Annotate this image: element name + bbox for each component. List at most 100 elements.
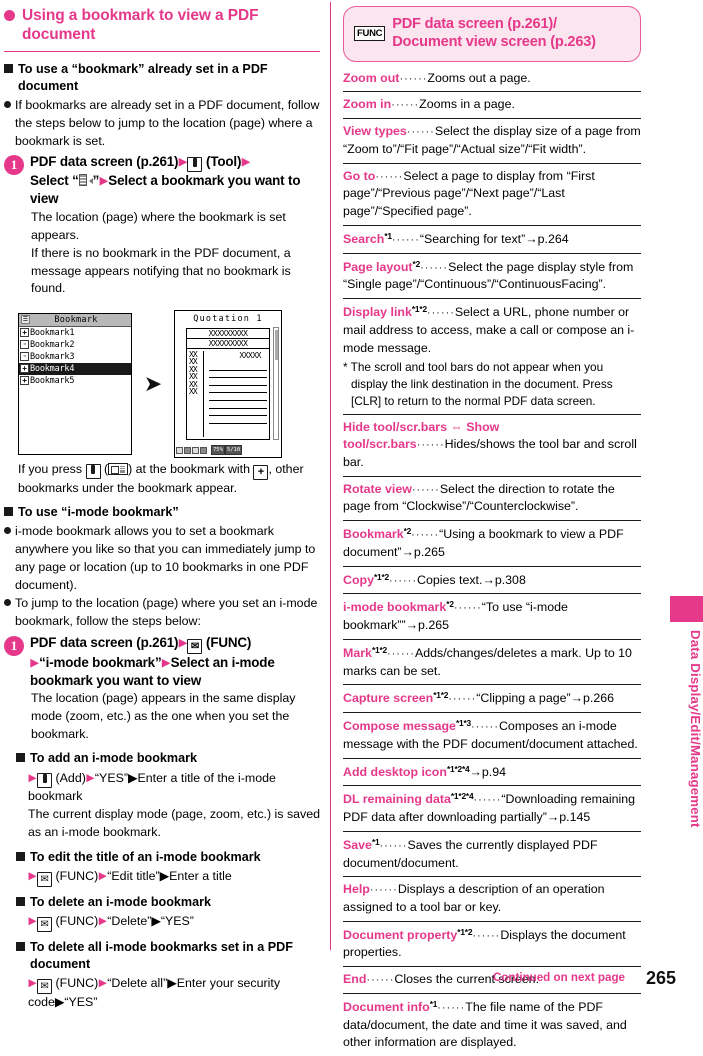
square-bullet-icon: [16, 896, 25, 906]
step-1-imode: 1 PDF data screen (p.261)▶ (FUNC) ▶“i-mo…: [4, 634, 320, 743]
dot-leader: ······: [471, 721, 499, 734]
function-item: Mark*1*2······Adds/changes/deletes a mar…: [343, 638, 641, 684]
square-bullet-icon: [4, 64, 13, 74]
step-desc-1: The location (page) where the bookmark i…: [31, 209, 286, 242]
mock-caption: If you press () at the bookmark with +, …: [4, 461, 320, 498]
operation-block-delete: To delete an i-mode bookmark ▶ (FUNC)▶“D…: [16, 894, 320, 933]
function-item: Search*1······“Searching for text”→p.264: [343, 224, 641, 253]
operation-key-label: (FUNC): [55, 914, 99, 929]
right-column: FUNC PDF data screen (p.261)/ Document v…: [331, 0, 671, 1049]
left-column: Using a bookmark to view a PDF document …: [0, 0, 330, 1009]
round-bullet-icon: [4, 101, 11, 109]
function-footnote-marker: *1: [384, 230, 392, 241]
operation-heading: To add an i-mode bookmark: [16, 750, 320, 766]
page-number: 265: [645, 968, 676, 988]
step-desc-1: The location (page) appears in the same …: [31, 691, 296, 741]
step-title-part2: Select “: [30, 173, 79, 189]
function-item: DL remaining data*1*2*4······“Downloadin…: [343, 785, 641, 830]
operation-steps: ▶ (FUNC)▶“Edit title”▶Enter a title: [28, 868, 320, 887]
expand-plus-icon[interactable]: +: [20, 328, 29, 338]
function-desc: →p.94: [469, 764, 507, 779]
dot-leader: ······: [411, 483, 440, 496]
bullet-text: To jump to the location (page) where you…: [15, 596, 318, 628]
page-footer: Continued on next page 265: [0, 960, 703, 990]
list-item-label: Bookmark5: [30, 375, 75, 386]
arrow-icon: ▶: [28, 869, 37, 882]
operation-steps: ▶ (FUNC)▶“Delete”▶“YES”: [28, 913, 320, 933]
operation-heading-text: To add an i-mode bookmark: [30, 751, 198, 766]
function-name: View types: [343, 124, 407, 139]
operation-steps-text: “Edit title”▶Enter a title: [107, 868, 232, 883]
flow-arrow-icon: ➤: [143, 370, 163, 396]
function-name: Document property: [343, 927, 458, 942]
operation-heading: To delete an i-mode bookmark: [16, 894, 320, 910]
function-footnote-marker: *2: [412, 258, 421, 269]
step-1-bookmark: 1 PDF data screen (p.261)▶ (Tool)▶ Selec…: [4, 153, 320, 298]
section-rule: [4, 50, 320, 53]
toolbar-icon-4[interactable]: [200, 446, 207, 454]
function-footnote-marker: *1*2: [457, 926, 473, 937]
function-item: i-mode bookmark*2······“To use “i-mode b…: [343, 593, 641, 638]
function-name: Display link: [343, 305, 412, 320]
dot-leader: ······: [391, 233, 420, 246]
list-item[interactable]: ▫ Bookmark3: [19, 351, 131, 363]
toolbar-icon-3[interactable]: [192, 446, 199, 454]
chapter-side-tab: Data Display/Edit/Management: [670, 596, 703, 920]
bookmark-screen-titlebar: ☰ Bookmark: [19, 313, 131, 327]
list-item-selected[interactable]: + Bookmark4: [19, 362, 131, 375]
arrow-icon: ▶: [30, 656, 39, 669]
vertical-scrollbar[interactable]: [273, 326, 279, 440]
pdf-x-line: XXXXXXXXX: [187, 329, 269, 339]
subsection-heading-text: To use a “bookmark” already set in a PDF…: [18, 62, 268, 93]
toolbar-icon-1[interactable]: [176, 446, 183, 454]
function-note: * The scroll and tool bars do not appear…: [343, 360, 613, 408]
tool-key-icon: [85, 463, 101, 479]
screen-mockups: ☰ Bookmark + Bookmark1 ▫ Bookmark2 ▫ Boo…: [4, 309, 320, 458]
arrow-icon: ▶: [28, 771, 37, 784]
section-title: Using a bookmark to view a PDF document: [4, 6, 320, 45]
function-item: Add desktop icon*1*2*4→p.94: [343, 757, 641, 786]
step-number: 1: [4, 635, 24, 656]
step-number: 1: [4, 155, 24, 176]
dot-leader: ······: [472, 929, 501, 942]
function-name: Capture screen: [343, 691, 434, 706]
expand-plus-icon[interactable]: +: [20, 376, 29, 386]
pdf-vertical-rule: [203, 350, 205, 437]
page-indicator-field[interactable]: 5/10: [224, 445, 243, 456]
operation-heading-text: To edit the title of an i-mode bookmark: [30, 849, 261, 864]
function-name: Page layout: [343, 259, 413, 274]
zoom-level-field[interactable]: 75%: [211, 445, 225, 456]
pdf-text-lines: [209, 363, 267, 424]
bullet-dot-icon: [4, 10, 15, 21]
arrow-icon: ▶: [98, 869, 107, 882]
pdf-toolbar[interactable]: 75% 5/10: [176, 445, 280, 456]
operation-steps: ▶ (Add)▶“YES”▶Enter a title of the i-mod…: [28, 770, 320, 806]
plus-key-icon: +: [253, 464, 269, 480]
step-title: PDF data screen (p.261)▶ (Tool)▶ Select …: [30, 153, 320, 208]
dot-leader: ······: [453, 602, 482, 615]
arrow-icon: ▶: [98, 915, 107, 928]
function-name: Search: [343, 231, 385, 246]
expand-plus-icon[interactable]: +: [20, 364, 29, 374]
function-name: Compose message: [343, 719, 456, 734]
arrow-icon: ▶: [28, 915, 37, 928]
mail-key-icon: [37, 917, 53, 933]
toolbar-icon-2[interactable]: [184, 446, 191, 454]
dot-leader: ······: [399, 72, 428, 85]
function-desc: “Searching for text”→p.264: [419, 231, 569, 246]
function-name: Rotate view: [343, 481, 412, 496]
dot-leader: ······: [473, 794, 502, 807]
function-name: DL remaining data: [343, 792, 451, 807]
function-item: Document info*1······The file name of th…: [343, 992, 641, 1056]
function-footnote-marker: *1*2: [371, 644, 387, 655]
list-item[interactable]: + Bookmark5: [19, 375, 131, 387]
pdf-page-paper: XXXXXXXXX XXXXXXXXX XXXXX XXXXXXXXXXXX: [186, 327, 270, 440]
function-item: Hide tool/scr.bars ⇔ Show tool/scr.bars·…: [343, 413, 641, 476]
leaf-icon: ▫: [20, 352, 29, 362]
step-title-func-label: (FUNC): [206, 634, 252, 650]
list-item[interactable]: + Bookmark1: [19, 327, 131, 339]
list-item-label: Bookmark4: [30, 363, 75, 374]
function-desc: Copies text.→p.308: [417, 572, 526, 587]
list-item[interactable]: ▫ Bookmark2: [19, 339, 131, 351]
function-item: Bookmark*2······“Using a bookmark to vie…: [343, 520, 641, 565]
